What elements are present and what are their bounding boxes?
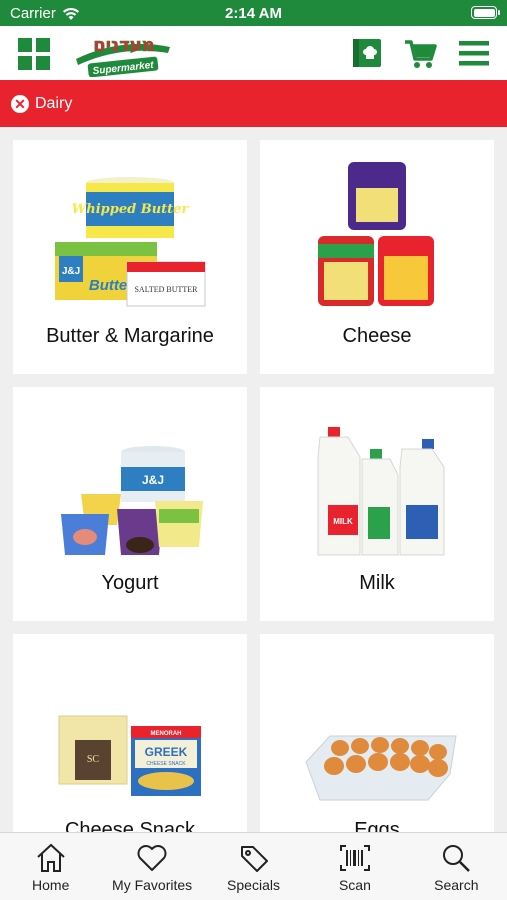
tab-my-favorites[interactable]: My Favorites <box>101 833 202 900</box>
salted-butter-text: SALTED BUTTER <box>134 285 198 294</box>
status-bar: Carrier 2:14 AM <box>0 0 507 26</box>
whipped-butter-text: Whipped Butter <box>72 202 190 217</box>
tab-label: Search <box>434 877 479 893</box>
category-card-milk[interactable]: MILK Milk <box>260 387 494 621</box>
tab-search[interactable]: Search <box>406 833 507 900</box>
greek-sub-text: CHEESE SNACK <box>146 761 186 767</box>
grid-icon-cell <box>18 56 32 70</box>
category-title: Eggs <box>354 819 400 832</box>
cart-button[interactable] <box>402 35 438 71</box>
bottom-tab-bar: Home My Favorites Specials Scan Search <box>0 832 507 900</box>
barcode-icon <box>339 845 370 871</box>
supermarket-logo[interactable]: מעדנים Supermarket <box>72 29 174 77</box>
butter-image: Whipped Butter J&J Butter SALTED BUTTER <box>55 177 206 307</box>
category-title: Yogurt <box>101 572 159 594</box>
category-card-butter-margarine[interactable]: Whipped Butter J&J Butter SALTED BUTTER … <box>13 140 247 374</box>
shopping-cart-icon <box>405 40 437 68</box>
milk-image: MILK <box>317 427 445 556</box>
tab-specials[interactable]: Specials <box>203 833 304 900</box>
category-title: Cheese <box>342 325 412 347</box>
clock: 2:14 AM <box>225 5 282 22</box>
category-card-eggs[interactable]: Eggs <box>260 634 494 832</box>
heart-icon <box>137 845 167 871</box>
app-header: מעדנים Supermarket <box>0 26 507 80</box>
grid-icon-cell <box>18 38 32 52</box>
category-filter-bar: ✕ Dairy <box>0 80 507 127</box>
tab-home[interactable]: Home <box>0 833 101 900</box>
recipe-book-icon <box>353 39 381 67</box>
yogurt-jj-text: J&J <box>142 473 164 487</box>
tab-label: Home <box>32 877 70 893</box>
close-icon: ✕ <box>14 95 26 112</box>
menu-button[interactable] <box>456 35 492 71</box>
clear-category-button[interactable]: ✕ <box>11 94 29 113</box>
category-title: Milk <box>359 572 395 594</box>
tab-label: Specials <box>227 877 280 893</box>
category-card-yogurt[interactable]: J&J Yogurt <box>13 387 247 621</box>
recipes-book-button[interactable] <box>349 35 385 71</box>
category-label: Dairy <box>35 94 73 112</box>
tag-icon <box>240 846 268 872</box>
battery-icon <box>471 6 500 19</box>
hamburger-menu-icon <box>459 41 489 66</box>
tab-label: My Favorites <box>112 877 193 893</box>
category-title: Butter & Margarine <box>46 325 214 347</box>
menorah-brand-text: MENORAH <box>151 731 182 737</box>
tab-label: Scan <box>338 877 371 893</box>
eggs-image <box>305 735 457 801</box>
sc-brand-text: SC <box>87 754 100 765</box>
home-icon <box>37 843 65 872</box>
category-card-cheese-snack[interactable]: SC MENORAH GREEK CHEESE SNACK Cheese Sna… <box>13 634 247 832</box>
tab-scan[interactable]: Scan <box>304 833 405 900</box>
category-card-cheese[interactable]: Cheese <box>260 140 494 374</box>
logo-hebrew-text: מעדנים <box>93 35 155 56</box>
category-title: Cheese Snack <box>64 819 196 832</box>
greek-text: GREEK <box>145 745 188 759</box>
jj-brand-text: J&J <box>62 266 80 277</box>
grid-icon-cell <box>36 38 50 52</box>
category-grid: Whipped Butter J&J Butter SALTED BUTTER … <box>0 127 507 832</box>
search-icon <box>443 845 471 872</box>
grid-icon-cell <box>36 56 50 70</box>
cheese-snack-image: SC MENORAH GREEK CHEESE SNACK <box>58 715 201 796</box>
categories-grid-button[interactable] <box>18 38 50 70</box>
milk-label-text: MILK <box>333 517 353 526</box>
yogurt-image: J&J <box>61 446 203 555</box>
cheese-image <box>318 162 434 306</box>
